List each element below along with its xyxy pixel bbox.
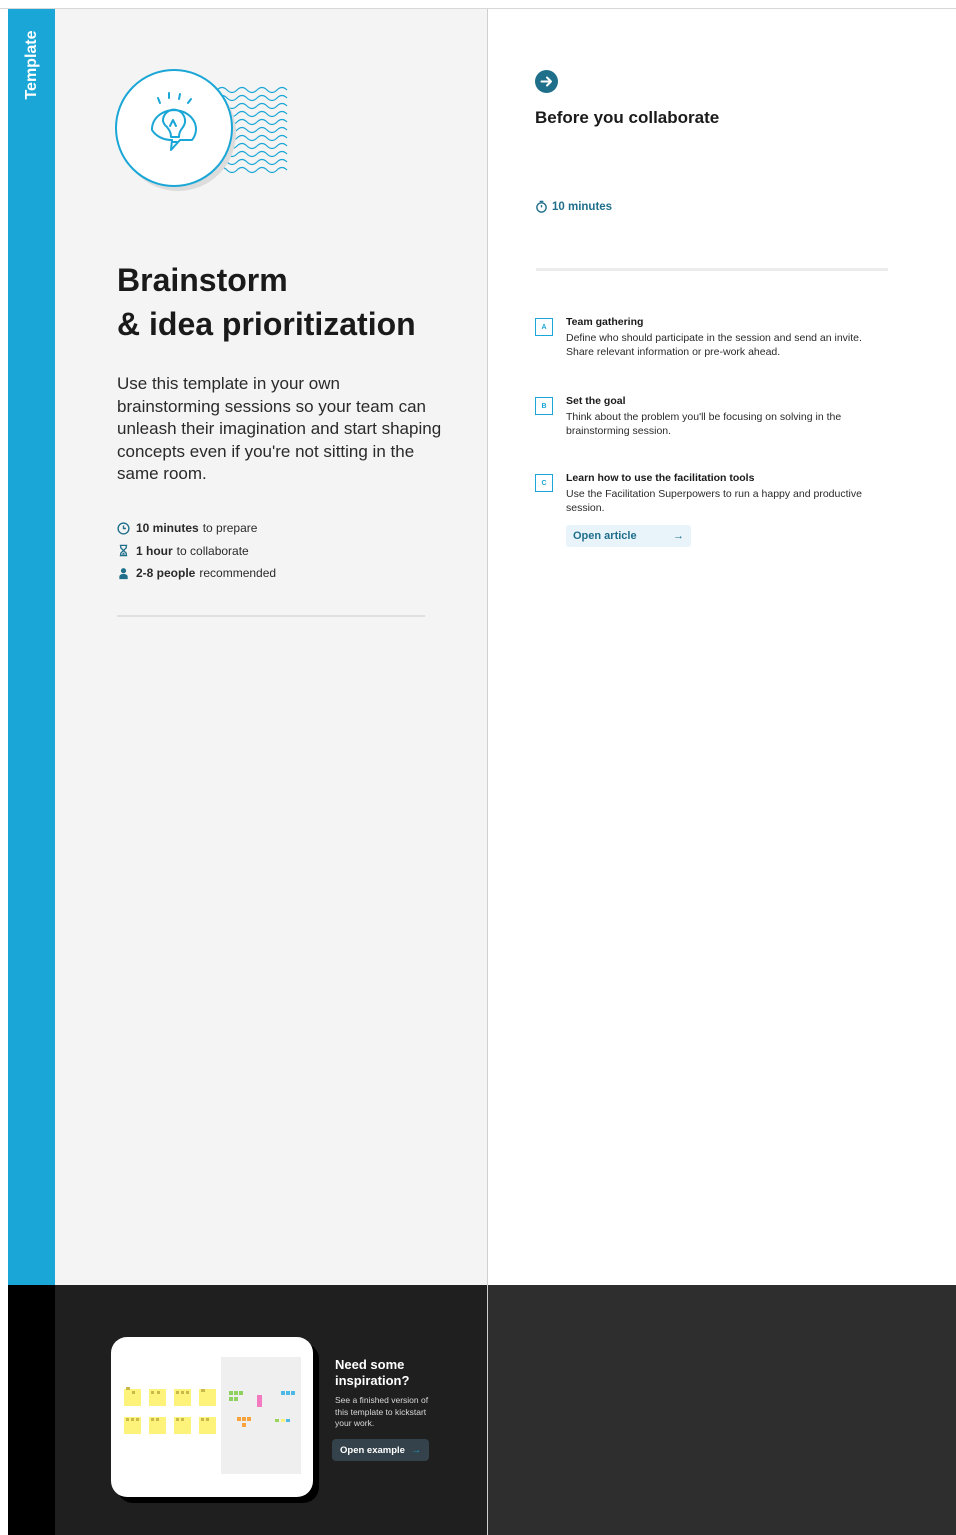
meta-people-bold: 2-8 people xyxy=(136,566,196,581)
task-title: Learn how to use the facilitation tools xyxy=(566,472,755,484)
open-example-label: Open example xyxy=(340,1444,405,1456)
open-example-button[interactable]: Open example → xyxy=(332,1439,429,1461)
meta-prepare-bold: 10 minutes xyxy=(136,521,199,536)
arrow-right-icon xyxy=(540,76,552,87)
step-separator xyxy=(536,268,888,271)
template-description: Use this template in your own brainstorm… xyxy=(117,374,442,484)
task-letter-badge: A xyxy=(535,318,553,336)
task-description: Think about the problem you'll be focusi… xyxy=(566,411,842,437)
timer-icon xyxy=(536,200,547,213)
meta-collaborate-time: 1 hour to collaborate xyxy=(117,540,437,563)
task-letter-badge: B xyxy=(535,397,553,415)
person-icon xyxy=(119,567,128,579)
template-meta: 10 minutes to prepare 1 hour to collabor… xyxy=(117,517,437,585)
lightbulb-illustration xyxy=(112,66,302,196)
open-article-button[interactable]: Open article → xyxy=(566,525,691,547)
page-title-line-2: & idea prioritization xyxy=(117,306,416,342)
template-sidebar xyxy=(8,9,55,1285)
step-arrow-icon xyxy=(535,70,558,93)
arrow-right-icon: → xyxy=(673,530,684,542)
clock-icon xyxy=(117,522,130,535)
task-description: Define who should participate in the ses… xyxy=(566,332,862,358)
open-article-label: Open article xyxy=(573,530,637,542)
task-letter-badge: C xyxy=(535,474,553,492)
page-title: Brainstorm & idea prioritization xyxy=(117,258,467,346)
hourglass-icon xyxy=(119,544,128,557)
task-title: Team gathering xyxy=(566,316,644,328)
board-thumbnail-icon xyxy=(124,1357,301,1474)
meta-collaborate-text: to collaborate xyxy=(176,543,249,558)
template-label: Template xyxy=(8,9,55,119)
task-title: Set the goal xyxy=(566,395,626,407)
inspiration-description: See a finished version of this template … xyxy=(335,1395,429,1428)
example-preview-thumbnail[interactable] xyxy=(111,1337,313,1497)
meta-collaborate-bold: 1 hour xyxy=(136,543,173,558)
task-description: Use the Facilitation Superpowers to run … xyxy=(566,488,862,514)
step-duration-text: 10 minutes xyxy=(552,200,613,213)
page-title-line-1: Brainstorm xyxy=(117,262,288,298)
arrow-right-icon: → xyxy=(411,1444,422,1456)
step-title: Before you collaborate xyxy=(535,108,720,127)
footer-sidebar xyxy=(8,1285,55,1535)
template-label-text: Template xyxy=(22,30,40,100)
footer-right-panel xyxy=(488,1285,956,1535)
step-duration: 10 minutes xyxy=(535,200,612,213)
meta-people-text: recommended xyxy=(199,566,277,581)
meta-people: 2-8 people recommended xyxy=(117,562,437,585)
intro-separator xyxy=(117,615,425,617)
meta-prepare-time: 10 minutes to prepare xyxy=(117,517,437,540)
lightbulb-icon xyxy=(115,69,288,191)
intro-panel xyxy=(55,9,487,1285)
inspiration-title: Need some inspiration? xyxy=(335,1357,410,1388)
meta-prepare-text: to prepare xyxy=(202,521,258,536)
